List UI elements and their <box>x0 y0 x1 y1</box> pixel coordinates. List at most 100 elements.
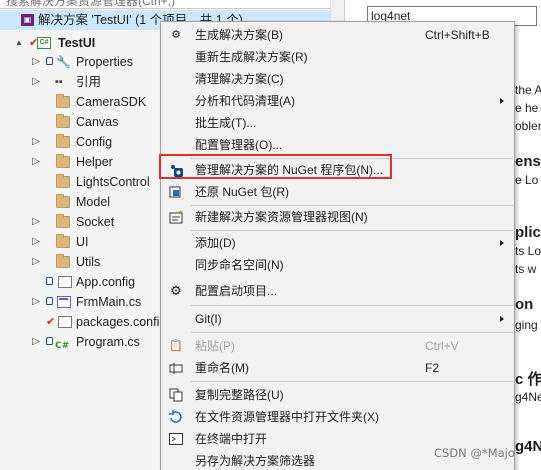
folder-icon <box>56 194 70 208</box>
submenu-arrow-icon <box>500 98 504 104</box>
menu-item-git[interactable]: Git(I) <box>162 308 513 330</box>
new-view-icon: ✦ <box>168 209 184 225</box>
tree-row-project[interactable]: ▲ ✔ C# TestUI <box>0 33 160 53</box>
tree-row-folder-helper[interactable]: ▷ Helper <box>0 152 160 172</box>
folder-icon <box>56 134 70 148</box>
form-icon <box>57 296 71 308</box>
menu-label: 配置管理器(O)... <box>195 138 283 152</box>
tree-row-packages-config[interactable]: ✔ packages.config <box>0 312 166 332</box>
lock-icon <box>46 297 53 305</box>
menu-item-clean-solution[interactable]: 清理解决方案(C) <box>162 68 513 90</box>
tree-row-properties[interactable]: ▷ 🔧 Properties <box>0 52 160 72</box>
nuget-fragment: g4N <box>515 438 541 455</box>
menu-item-sync-namespaces[interactable]: 同步命名空间(N) <box>162 254 513 276</box>
svg-text:✦: ✦ <box>178 209 183 216</box>
menu-label: 生成解决方案(B) <box>195 28 283 42</box>
tree-label-references: 引用 <box>76 75 102 89</box>
menu-item-paste[interactable]: 📋 粘贴(P) Ctrl+V <box>162 335 513 357</box>
menu-label: 添加(D) <box>195 236 236 250</box>
menu-item-rename[interactable]: 重命名(M) F2 <box>162 357 513 379</box>
tree-row-program[interactable]: ▷ C# Program.cs <box>0 332 160 352</box>
tree-row-folder-config[interactable]: ▷ Config <box>0 132 160 152</box>
tree-row-folder-canvas[interactable]: Canvas <box>0 112 160 132</box>
nuget-fragment: g4Ne <box>515 390 541 404</box>
csharp-project-icon: C# <box>37 37 51 49</box>
menu-shortcut: Ctrl+Shift+B <box>425 28 490 42</box>
open-folder-icon <box>168 409 184 425</box>
menu-separator <box>191 305 513 306</box>
expand-icon[interactable]: ▷ <box>31 132 41 152</box>
tree-row-folder-model[interactable]: Model <box>0 192 160 212</box>
tree-row-folder-camerasdk[interactable]: CameraSDK <box>0 92 160 112</box>
collapse-icon[interactable]: ▲ <box>14 33 24 53</box>
menu-label: 新建解决方案资源管理器视图(N) <box>195 210 368 224</box>
menu-item-copy-full-path[interactable]: 复制完整路径(U) <box>162 384 513 406</box>
menu-item-configuration-manager[interactable]: 配置管理器(O)... <box>162 134 513 156</box>
tree-label-folder: Helper <box>76 155 113 169</box>
paste-icon: 📋 <box>169 340 183 352</box>
menu-item-configure-startup[interactable]: ⚙ 配置启动项目... <box>162 280 513 302</box>
build-icon: ⚙ <box>171 29 181 41</box>
menu-item-batch-build[interactable]: 批生成(T)... <box>162 112 513 134</box>
menu-label: 分析和代码清理(A) <box>195 94 295 108</box>
nuget-fragment: e he <box>515 101 539 115</box>
menu-separator <box>191 332 513 333</box>
tree-label-folder: CameraSDK <box>76 95 147 109</box>
terminal-icon <box>168 431 184 447</box>
expand-icon[interactable]: ▷ <box>31 332 41 352</box>
expand-icon[interactable]: ▷ <box>31 252 41 272</box>
menu-item-open-in-explorer[interactable]: 在文件资源管理器中打开文件夹(X) <box>162 406 513 428</box>
submenu-arrow-icon <box>500 240 504 246</box>
menu-label: Git(I) <box>195 312 222 326</box>
menu-item-analyze[interactable]: 分析和代码清理(A) <box>162 90 513 112</box>
submenu-arrow-icon <box>500 316 504 322</box>
explorer-search-input[interactable]: 搜索解决方案资源管理器(Ctrl+;) <box>0 0 330 9</box>
config-file-icon <box>58 316 72 328</box>
menu-label: 重新生成解决方案(R) <box>195 50 308 64</box>
tree-label-file: packages.config <box>76 315 167 329</box>
tree-row-app-config[interactable]: App.config <box>0 272 160 292</box>
expand-icon[interactable]: ▷ <box>31 152 41 172</box>
menu-label: 清理解决方案(C) <box>195 72 284 86</box>
menu-item-new-explorer-view[interactable]: ✦ 新建解决方案资源管理器视图(N) <box>162 206 513 228</box>
menu-separator <box>191 230 513 231</box>
tree-label-folder: Utils <box>76 255 101 269</box>
nuget-fragment: on <box>515 296 534 313</box>
tree-label-project: TestUI <box>58 36 96 50</box>
tree-row-references[interactable]: ▷ ▪▪ 引用 <box>0 72 160 92</box>
menu-item-restore-nuget[interactable]: 还原 NuGet 包(R) <box>162 181 513 203</box>
nuget-fragment: ts w <box>515 262 537 276</box>
menu-label: 同步命名空间(N) <box>195 258 284 272</box>
references-icon: ▪▪ <box>55 76 63 88</box>
tree-label-file: App.config <box>76 275 136 289</box>
tree-row-folder-ui[interactable]: ▷ UI <box>0 232 160 252</box>
folder-icon <box>56 214 70 228</box>
expand-icon[interactable]: ▷ <box>31 232 41 252</box>
tree-row-frmmain[interactable]: ▷ FrmMain.cs <box>0 292 160 312</box>
rename-icon <box>168 360 184 376</box>
tree-label-folder: Model <box>76 195 111 209</box>
nuget-fragment: plica <box>515 224 541 241</box>
menu-item-rebuild-solution[interactable]: 重新生成解决方案(R) <box>162 46 513 68</box>
check-icon: ✔ <box>46 316 56 328</box>
menu-label: 另存为解决方案筛选器 <box>195 454 316 468</box>
expand-icon[interactable]: ▷ <box>31 212 41 232</box>
copy-path-icon <box>168 387 184 403</box>
expand-icon[interactable]: ▷ <box>31 292 41 312</box>
nuget-fragment: e Lo <box>515 173 539 187</box>
nuget-fragment: ging <box>515 318 538 332</box>
menu-label: 粘贴(P) <box>195 339 235 353</box>
csharp-file-icon: C# <box>55 341 70 351</box>
menu-label: 批生成(T)... <box>195 116 257 130</box>
tree-row-folder-utils[interactable]: ▷ Utils <box>0 252 160 272</box>
menu-label: 配置启动项目... <box>195 284 278 298</box>
menu-shortcut: F2 <box>425 361 440 375</box>
nuget-fragment: oblen <box>515 119 541 133</box>
tree-row-folder-socket[interactable]: ▷ Socket <box>0 212 160 232</box>
tree-row-folder-lightscontrol[interactable]: LightsControl <box>0 172 160 192</box>
expand-icon[interactable]: ▷ <box>31 52 41 72</box>
expand-icon[interactable]: ▷ <box>31 72 41 92</box>
menu-item-add[interactable]: 添加(D) <box>162 232 513 254</box>
menu-item-build-solution[interactable]: ⚙ 生成解决方案(B) Ctrl+Shift+B <box>162 24 513 46</box>
tree-label-properties: Properties <box>76 55 133 69</box>
